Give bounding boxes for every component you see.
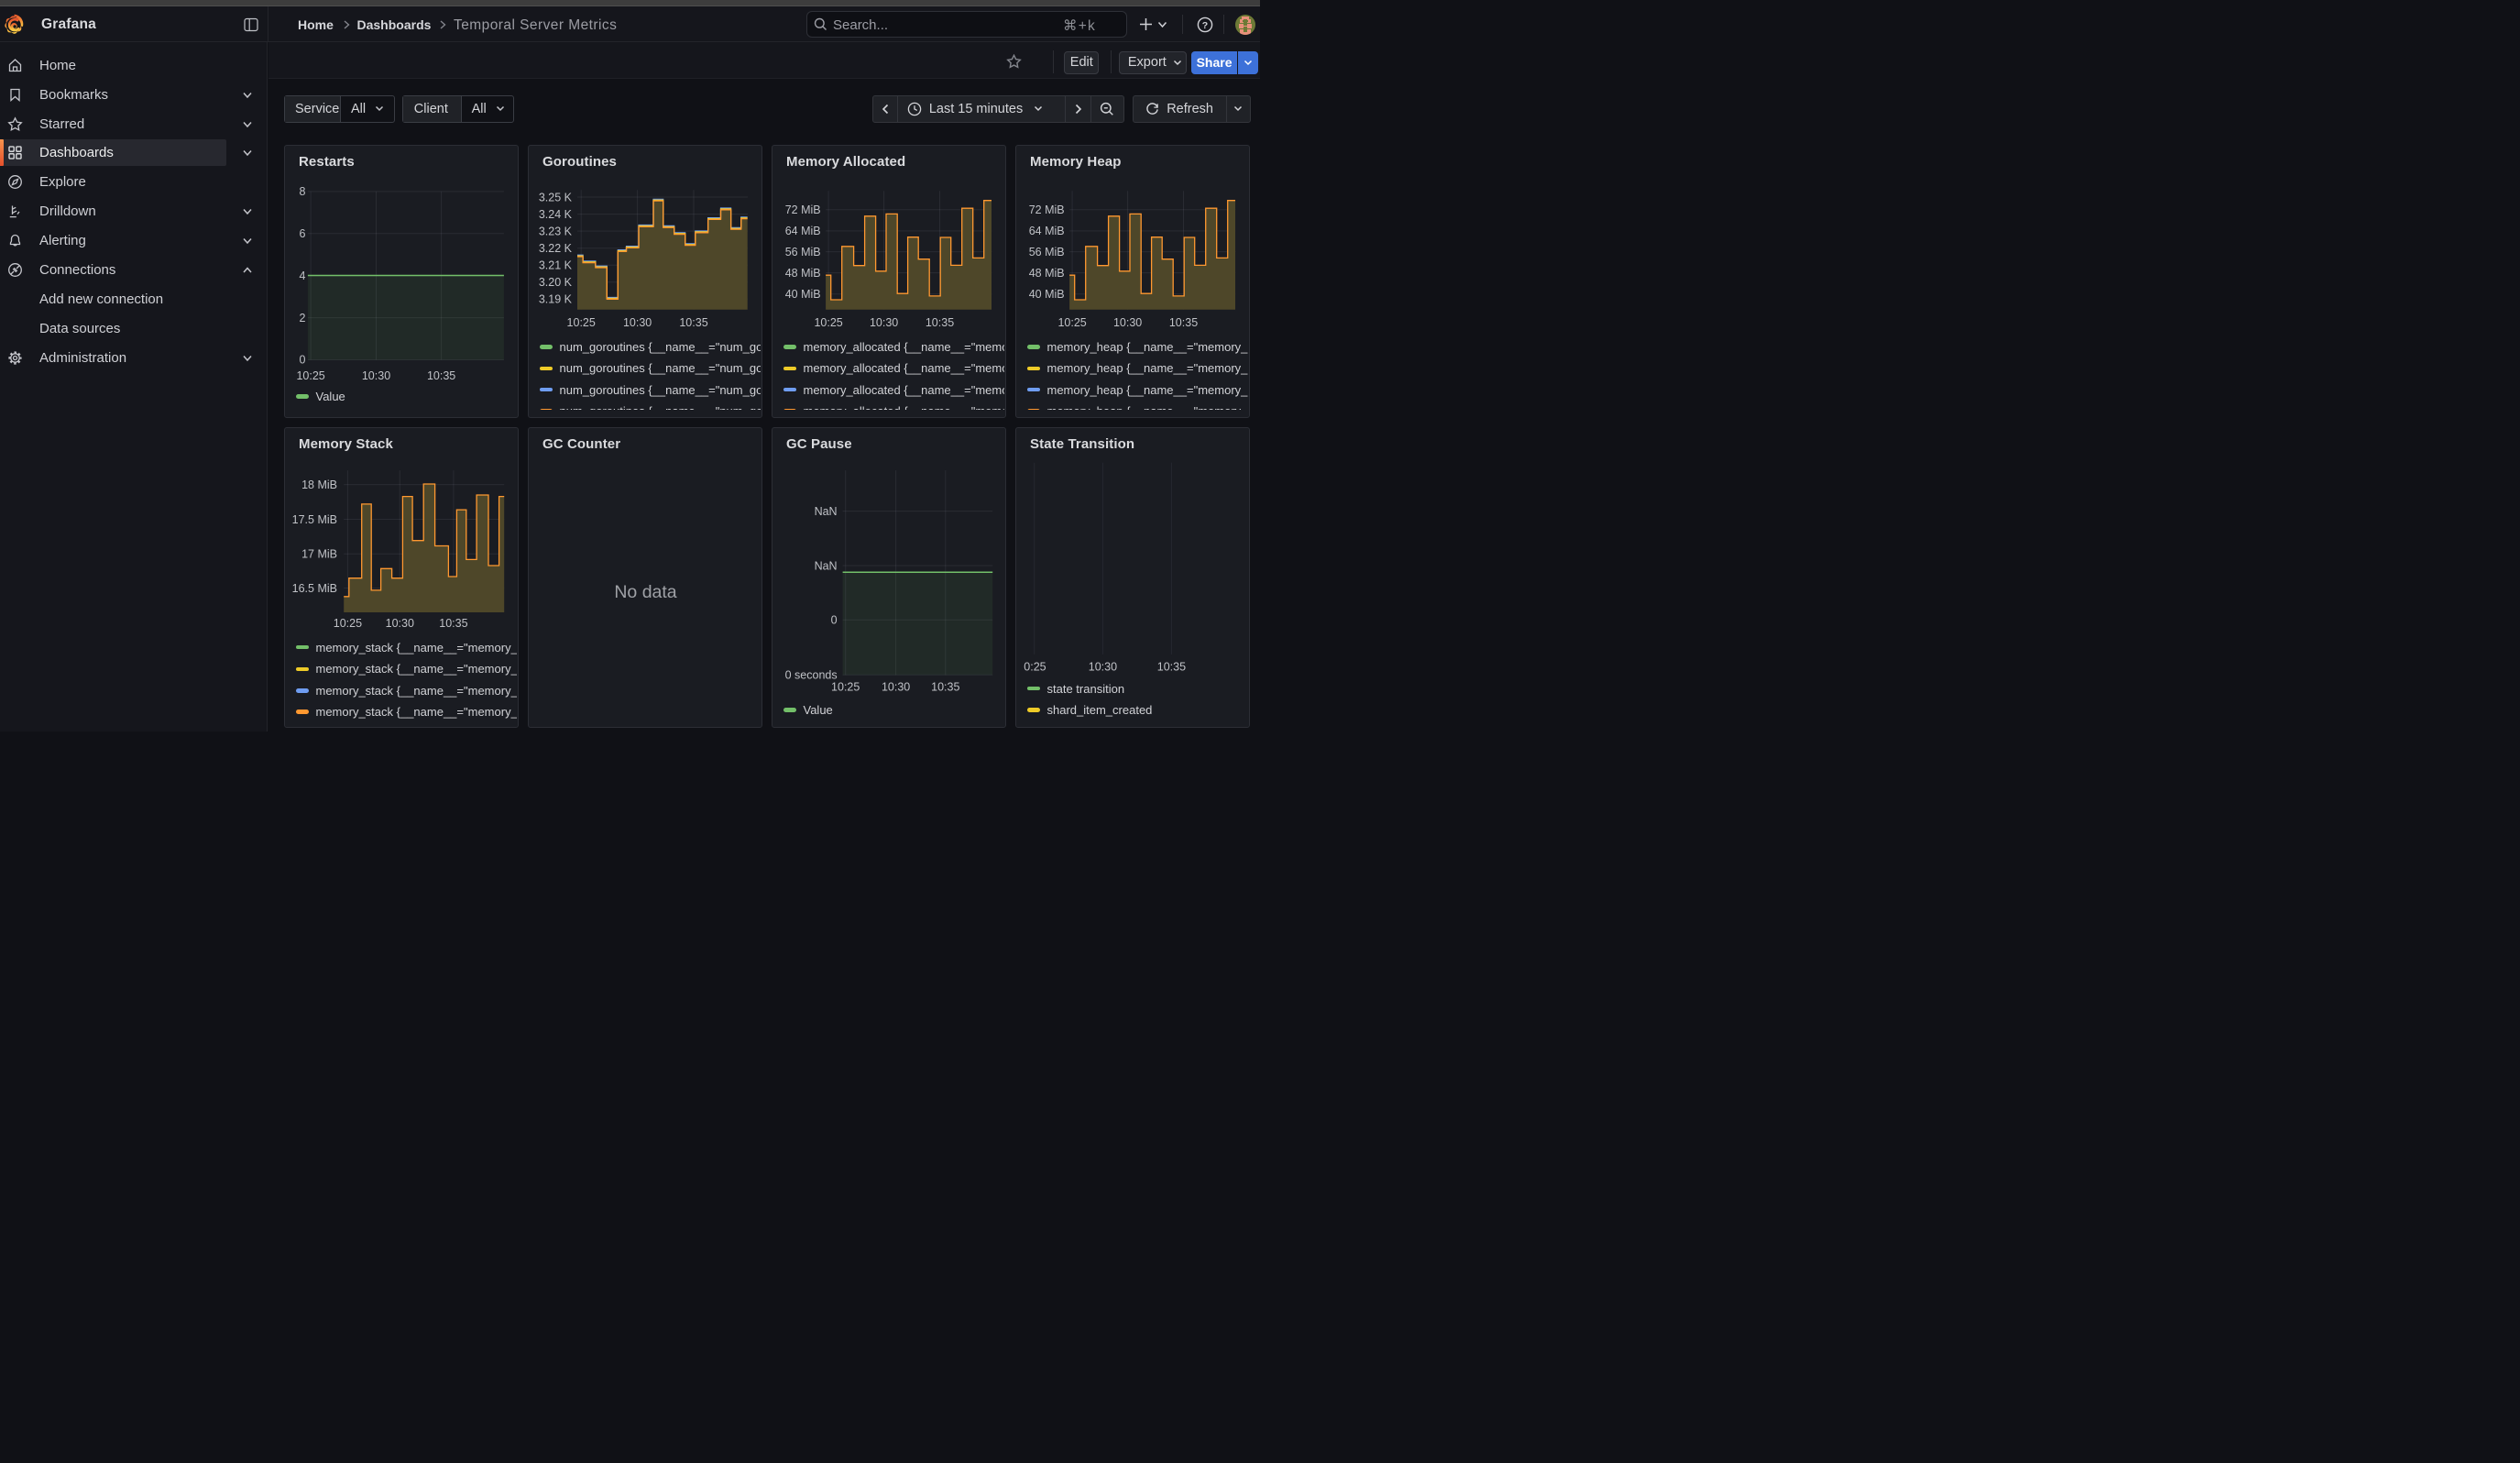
svg-text:10:35: 10:35 xyxy=(1168,316,1197,329)
svg-text:10:25: 10:25 xyxy=(831,680,860,693)
svg-text:10:35: 10:35 xyxy=(679,316,707,329)
svg-text:6: 6 xyxy=(299,227,305,240)
svg-text:4: 4 xyxy=(299,270,305,282)
svg-text:18 MiB: 18 MiB xyxy=(301,478,337,490)
svg-text:10:30: 10:30 xyxy=(385,616,413,629)
svg-text:10:35: 10:35 xyxy=(439,616,467,629)
svg-text:0: 0 xyxy=(299,354,305,367)
svg-text:64 MiB: 64 MiB xyxy=(1028,225,1064,237)
svg-text:3.22 K: 3.22 K xyxy=(538,242,572,255)
svg-text:3.20 K: 3.20 K xyxy=(538,276,572,289)
svg-text:3.19 K: 3.19 K xyxy=(538,293,572,306)
svg-text:10:25: 10:25 xyxy=(333,616,361,629)
svg-text:0: 0 xyxy=(830,613,837,626)
svg-text:3.24 K: 3.24 K xyxy=(538,208,572,221)
svg-text:17.5 MiB: 17.5 MiB xyxy=(291,512,336,525)
svg-text:0:25: 0:25 xyxy=(1024,660,1046,673)
svg-text:64 MiB: 64 MiB xyxy=(784,225,820,237)
svg-text:NaN: NaN xyxy=(814,559,837,572)
svg-text:3.23 K: 3.23 K xyxy=(538,225,572,237)
svg-text:72 MiB: 72 MiB xyxy=(784,204,820,216)
svg-text:?: ? xyxy=(1202,19,1208,30)
svg-text:72 MiB: 72 MiB xyxy=(1028,204,1064,216)
svg-text:48 MiB: 48 MiB xyxy=(784,267,820,280)
svg-text:10:25: 10:25 xyxy=(296,369,324,382)
svg-text:NaN: NaN xyxy=(814,504,837,517)
svg-text:10:25: 10:25 xyxy=(1057,316,1086,329)
svg-text:10:30: 10:30 xyxy=(361,369,389,382)
svg-text:10:25: 10:25 xyxy=(566,316,595,329)
svg-text:10:30: 10:30 xyxy=(1112,316,1141,329)
svg-text:10:35: 10:35 xyxy=(426,369,455,382)
svg-text:10:30: 10:30 xyxy=(622,316,651,329)
svg-text:10:30: 10:30 xyxy=(869,316,897,329)
svg-text:10:25: 10:25 xyxy=(814,316,842,329)
svg-text:16.5 MiB: 16.5 MiB xyxy=(291,581,336,594)
svg-text:0 seconds: 0 seconds xyxy=(784,668,837,681)
svg-text:10:35: 10:35 xyxy=(925,316,953,329)
svg-text:56 MiB: 56 MiB xyxy=(784,246,820,258)
svg-text:17 MiB: 17 MiB xyxy=(301,547,337,560)
svg-text:3.25 K: 3.25 K xyxy=(538,191,572,204)
svg-text:40 MiB: 40 MiB xyxy=(784,288,820,301)
svg-text:10:30: 10:30 xyxy=(1088,660,1116,673)
svg-text:2: 2 xyxy=(299,312,305,324)
svg-text:40 MiB: 40 MiB xyxy=(1028,288,1064,301)
svg-text:10:30: 10:30 xyxy=(881,680,909,693)
svg-text:3.21 K: 3.21 K xyxy=(538,259,572,272)
svg-text:10:35: 10:35 xyxy=(1156,660,1185,673)
svg-text:10:35: 10:35 xyxy=(931,680,959,693)
svg-text:48 MiB: 48 MiB xyxy=(1028,267,1064,280)
svg-text:8: 8 xyxy=(299,185,305,198)
svg-text:56 MiB: 56 MiB xyxy=(1028,246,1064,258)
